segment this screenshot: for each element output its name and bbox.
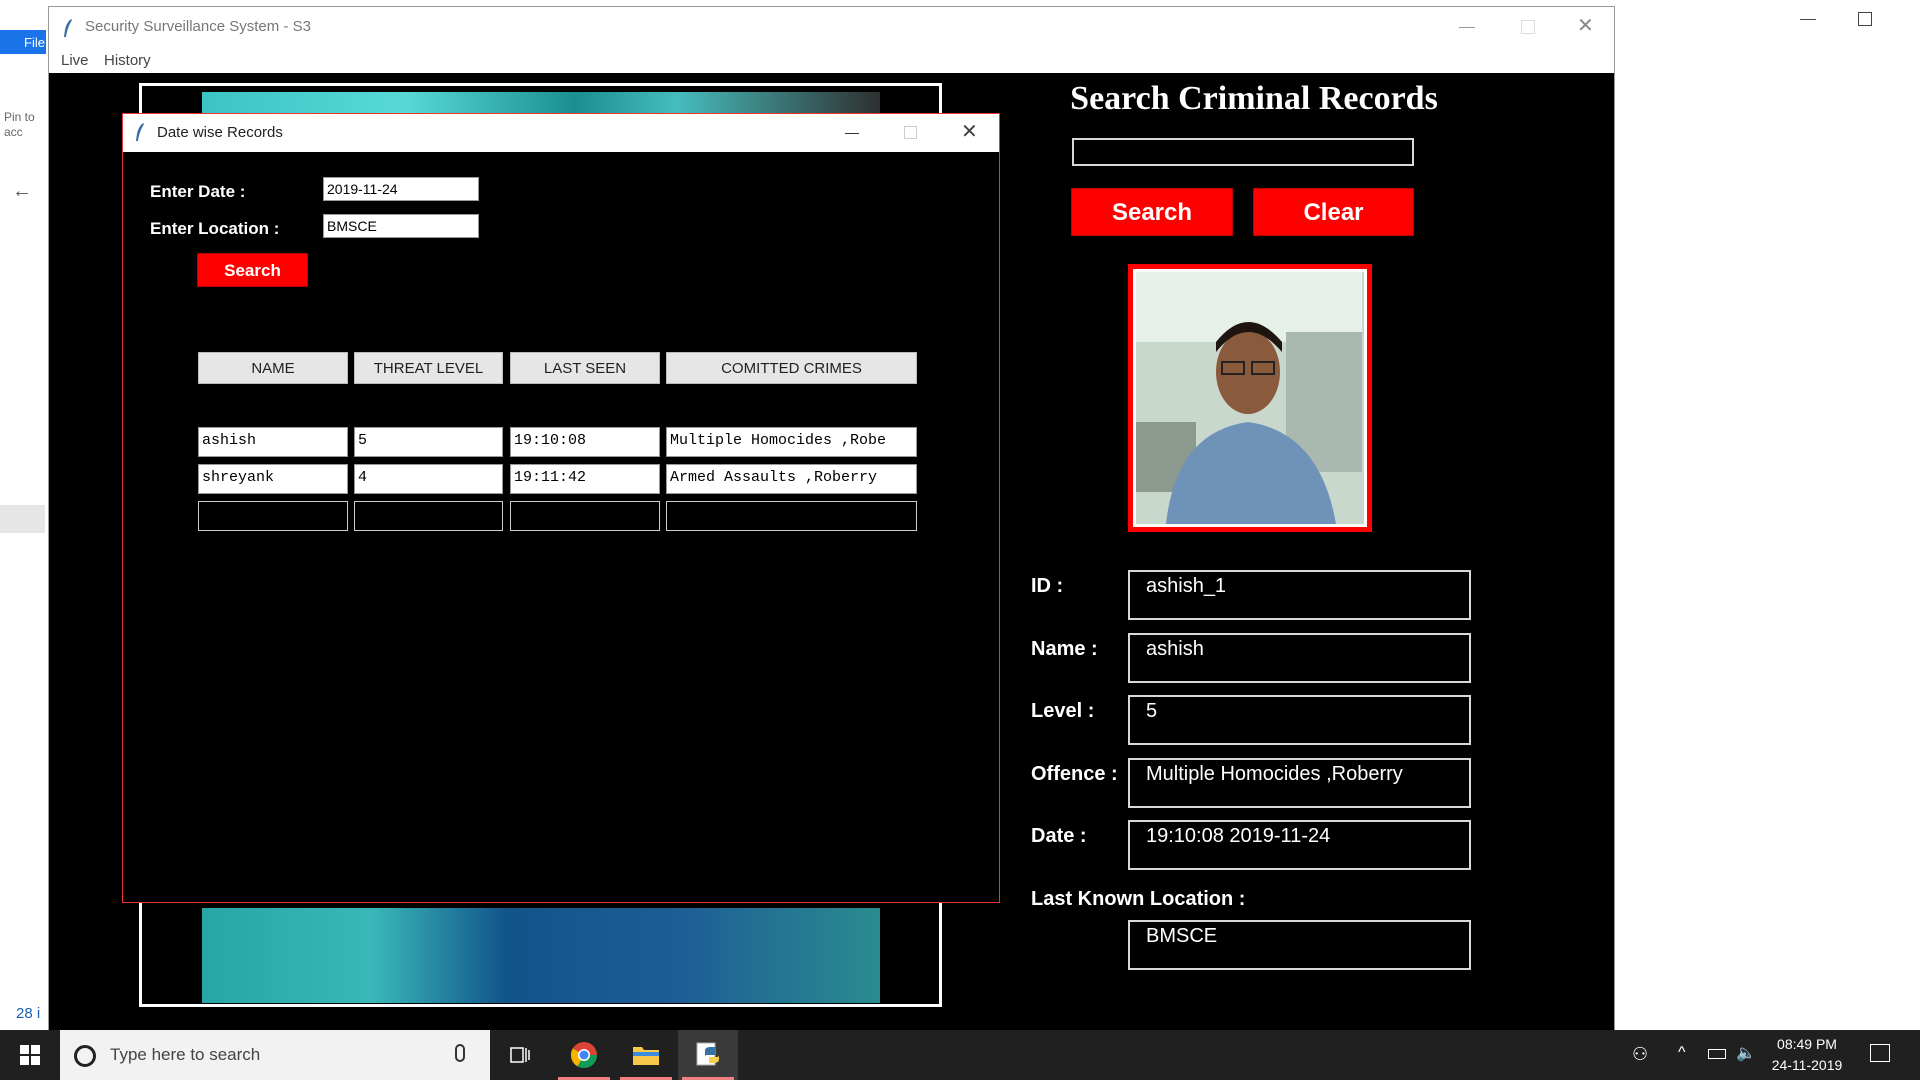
- task-view-button[interactable]: [490, 1030, 550, 1080]
- notification-icon[interactable]: [1870, 1044, 1890, 1062]
- dialog-close-icon[interactable]: ✕: [961, 119, 978, 144]
- windows-start-icon: [20, 1045, 40, 1065]
- table-cell[interactable]: 19:10:08: [510, 427, 660, 457]
- clear-button[interactable]: Clear: [1253, 188, 1414, 236]
- date-field[interactable]: 19:10:08 2019-11-24: [1128, 820, 1471, 870]
- clock-time[interactable]: 08:49 PM: [1762, 1036, 1852, 1052]
- table-cell[interactable]: 5: [354, 427, 503, 457]
- background-explorer-window: File Pin to acc ← 28 i: [0, 0, 50, 1030]
- menubar: Live History: [49, 49, 1614, 73]
- dialog-minimize-icon[interactable]: [845, 133, 859, 134]
- table-cell[interactable]: Armed Assaults ,Roberry: [666, 464, 917, 494]
- date-input[interactable]: 2019-11-24: [323, 177, 479, 201]
- location-field[interactable]: BMSCE: [1128, 920, 1471, 970]
- menu-history[interactable]: History: [104, 52, 151, 69]
- microphone-icon[interactable]: [455, 1044, 465, 1062]
- column-header-name[interactable]: NAME: [198, 352, 348, 384]
- taskbar-search-box[interactable]: Type here to search: [60, 1030, 490, 1080]
- table-cell[interactable]: 4: [354, 464, 503, 494]
- id-field[interactable]: ashish_1: [1128, 570, 1471, 620]
- dialog-search-button[interactable]: Search: [197, 253, 308, 287]
- background-pin-text: Pin to acc: [4, 110, 35, 139]
- people-icon[interactable]: ⚇: [1632, 1044, 1648, 1065]
- feather-icon: [64, 19, 72, 37]
- level-label: Level :: [1031, 700, 1095, 722]
- date-label: Date :: [1031, 825, 1087, 847]
- dialog-maximize-icon[interactable]: [904, 126, 917, 139]
- criminal-photo-frame: [1128, 264, 1372, 532]
- table-cell[interactable]: 19:11:42: [510, 464, 660, 494]
- main-titlebar: Security Surveillance System - S3 ✕: [49, 7, 1614, 49]
- clock-date[interactable]: 24-11-2019: [1762, 1057, 1852, 1073]
- background-file-tab[interactable]: File: [0, 30, 46, 54]
- dialog-titlebar: Date wise Records ✕: [123, 114, 999, 152]
- background-selected-row: [0, 505, 45, 533]
- volume-icon[interactable]: 🔈: [1736, 1043, 1756, 1063]
- table-cell[interactable]: ashish: [198, 427, 348, 457]
- task-view-icon: [510, 1047, 530, 1063]
- table-cell[interactable]: Multiple Homocides ,Robe: [666, 427, 917, 457]
- taskbar: Type here to search ⚇ ^ 🔈 08:49 PM 24-11…: [0, 1030, 1920, 1080]
- search-heading: Search Criminal Records: [1070, 80, 1438, 117]
- table-cell-empty[interactable]: [354, 501, 503, 531]
- column-header-threat-level[interactable]: THREAT LEVEL: [354, 352, 503, 384]
- battery-icon[interactable]: [1708, 1049, 1726, 1059]
- table-cell-empty[interactable]: [510, 501, 660, 531]
- video-feed-bottom: [202, 908, 880, 1003]
- level-field[interactable]: 5: [1128, 695, 1471, 745]
- feather-icon: [136, 123, 144, 141]
- column-header-last-seen[interactable]: LAST SEEN: [510, 352, 660, 384]
- maximize-icon[interactable]: [1521, 20, 1535, 34]
- taskbar-python[interactable]: [678, 1030, 738, 1080]
- table-cell-empty[interactable]: [198, 501, 348, 531]
- search-icon: [74, 1045, 96, 1067]
- enter-location-label: Enter Location :: [150, 219, 280, 238]
- table-cell-empty[interactable]: [666, 501, 917, 531]
- location-label: Last Known Location :: [1031, 888, 1246, 910]
- search-input[interactable]: [1072, 138, 1414, 166]
- back-arrow-icon[interactable]: ←: [12, 180, 32, 203]
- table-cell[interactable]: shreyank: [198, 464, 348, 494]
- background-maximize-icon[interactable]: [1858, 12, 1872, 26]
- id-label: ID :: [1031, 575, 1064, 597]
- offence-field[interactable]: Multiple Homocides ,Roberry: [1128, 758, 1471, 808]
- location-input[interactable]: BMSCE: [323, 214, 479, 238]
- file-explorer-icon: [633, 1047, 659, 1065]
- close-icon[interactable]: ✕: [1577, 13, 1594, 38]
- background-minimize-icon[interactable]: [1800, 19, 1816, 20]
- minimize-icon[interactable]: [1459, 27, 1475, 28]
- photo-image: [1136, 272, 1362, 524]
- dialog-title: Date wise Records: [157, 124, 283, 141]
- taskbar-file-explorer[interactable]: [616, 1030, 676, 1080]
- taskbar-chrome[interactable]: [554, 1030, 614, 1080]
- start-button[interactable]: [0, 1030, 60, 1080]
- chevron-up-icon[interactable]: ^: [1678, 1044, 1686, 1062]
- date-wise-records-dialog: Date wise Records ✕ Enter Date : 2019-11…: [122, 113, 1000, 903]
- criminal-photo: [1136, 272, 1364, 524]
- python-icon: [696, 1042, 719, 1066]
- taskbar-search-placeholder: Type here to search: [110, 1045, 261, 1064]
- background-item-count: 28 i: [16, 1005, 41, 1022]
- name-label: Name :: [1031, 638, 1098, 660]
- search-button[interactable]: Search: [1071, 188, 1233, 236]
- window-title: Security Surveillance System - S3: [85, 18, 311, 35]
- name-field[interactable]: ashish: [1128, 633, 1471, 683]
- column-header-committed-crimes[interactable]: COMITTED CRIMES: [666, 352, 917, 384]
- enter-date-label: Enter Date :: [150, 182, 246, 201]
- chrome-icon: [570, 1042, 598, 1069]
- offence-label: Offence :: [1031, 763, 1118, 785]
- menu-live[interactable]: Live: [61, 52, 89, 69]
